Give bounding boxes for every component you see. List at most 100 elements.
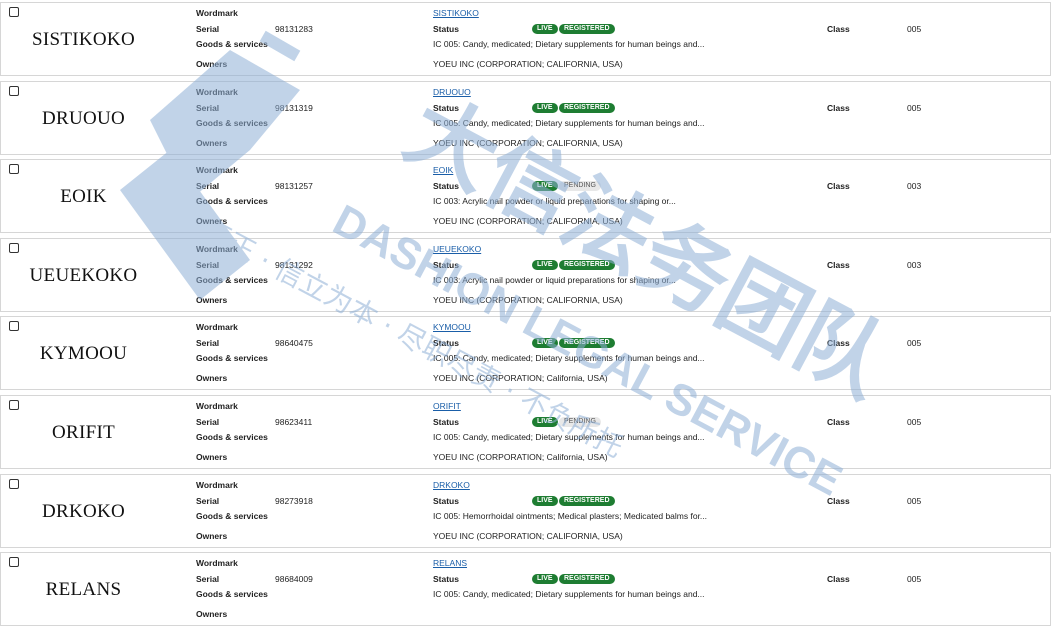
serial-value: 98684009 [275, 574, 313, 585]
wordmark-label: Wordmark [196, 165, 238, 176]
wordmark-link[interactable]: UEUEKOKO [433, 244, 481, 254]
status-badge: REGISTERED [559, 338, 615, 349]
class-value: 003 [907, 181, 922, 192]
goods-label: Goods & services [196, 196, 268, 207]
status-label: Status [433, 417, 459, 427]
class-value: 005 [907, 24, 922, 34]
wordmark-image: DRKOKO [41, 500, 126, 522]
status-badge: PENDING [559, 417, 601, 427]
live-badge: LIVE [532, 495, 558, 506]
live-badge: LIVE [532, 102, 558, 113]
class-value: 005 [907, 417, 922, 427]
live-badge: LIVE [532, 181, 558, 192]
wordmark-image: UEUEKOKO [29, 264, 138, 286]
wordmark-image: SISTIKOKO [32, 29, 135, 50]
wordmark-link[interactable]: SISTIKOKO [433, 8, 479, 18]
wordmark-image: RELANS [45, 579, 122, 601]
class-value: 005 [907, 338, 922, 349]
wordmark-link[interactable]: KYMOOU [433, 322, 471, 332]
result-card: RELANS Wordmark Serial 98684009 Goods & … [0, 552, 1051, 627]
status-badge: PENDING [559, 181, 601, 192]
owner-text: YOEU INC (CORPORATION; CALIFORNIA, USA) [433, 530, 623, 541]
wordmark-link[interactable]: RELANS [433, 558, 467, 568]
wordmark-link[interactable]: EOIK [433, 165, 453, 175]
class-label: Class [827, 495, 850, 506]
goods-label: Goods & services [196, 39, 268, 49]
goods-services-text: IC 005: Candy, medicated; Dietary supple… [433, 432, 705, 442]
wordmark-label: Wordmark [196, 86, 238, 97]
wordmark-label: Wordmark [196, 322, 238, 333]
owners-label: Owners [196, 137, 228, 148]
wordmark-label: Wordmark [196, 479, 238, 490]
goods-label: Goods & services [196, 274, 268, 285]
wordmark-label: Wordmark [196, 243, 238, 254]
class-value: 005 [907, 495, 922, 506]
class-value: 005 [907, 574, 922, 585]
wordmark-label: Wordmark [196, 401, 238, 411]
serial-value: 98640475 [275, 338, 313, 349]
owners-label: Owners [196, 530, 228, 541]
goods-services-text: IC 005: Hemorrhoidal ointments; Medical … [433, 510, 708, 521]
goods-services-text: IC 005: Candy, medicated; Dietary supple… [433, 39, 705, 49]
status-label: Status [433, 574, 459, 585]
result-card: ORIFIT Wordmark Serial 98623411 Goods & … [0, 395, 1051, 469]
serial-value: 98273918 [275, 495, 313, 506]
serial-value: 98623411 [275, 417, 313, 427]
live-badge: LIVE [532, 338, 558, 349]
result-card: EOIK Wordmark Serial 98131257 Goods & se… [0, 159, 1051, 234]
wordmark-label: Wordmark [196, 8, 238, 18]
owners-label: Owners [196, 452, 228, 462]
owner-text: YOEU INC (CORPORATION; CALIFORNIA, USA) [433, 59, 623, 69]
class-label: Class [827, 338, 850, 349]
class-label: Class [827, 181, 850, 192]
owner-text: YOEU INC (CORPORATION; California, USA) [433, 373, 608, 384]
goods-label: Goods & services [196, 117, 268, 128]
class-label: Class [827, 417, 850, 427]
status-badge: REGISTERED [559, 259, 615, 270]
goods-services-text: IC 005: Candy, medicated; Dietary supple… [433, 117, 705, 128]
live-badge: LIVE [532, 24, 558, 34]
owner-text: YOEU INC (CORPORATION; CALIFORNIA, USA) [433, 294, 623, 305]
class-label: Class [827, 24, 850, 34]
serial-value: 98131292 [275, 259, 313, 270]
goods-services-text: IC 003: Acrylic nail powder or liquid pr… [433, 274, 676, 285]
wordmark-link[interactable]: DRKOKO [433, 480, 470, 490]
result-card: UEUEKOKO Wordmark Serial 98131292 Goods … [0, 237, 1051, 312]
goods-services-text: IC 005: Candy, medicated; Dietary supple… [433, 353, 705, 364]
wordmark-image: ORIFIT [51, 422, 116, 443]
status-label: Status [433, 259, 459, 270]
wordmark-label: Wordmark [196, 558, 238, 569]
class-value: 005 [907, 102, 922, 113]
wordmark-link[interactable]: DRUOUO [433, 87, 471, 97]
goods-services-text: IC 005: Candy, medicated; Dietary supple… [433, 589, 705, 600]
serial-label: Serial [196, 417, 220, 427]
serial-label: Serial [196, 24, 220, 34]
serial-value: 98131257 [275, 181, 313, 192]
class-label: Class [827, 102, 850, 113]
status-badge: REGISTERED [559, 495, 615, 506]
owners-label: Owners [196, 59, 228, 69]
status-label: Status [433, 181, 459, 192]
owners-label: Owners [196, 216, 228, 227]
owners-label: Owners [196, 609, 228, 620]
class-label: Class [827, 259, 850, 270]
class-value: 003 [907, 259, 922, 270]
serial-label: Serial [196, 102, 220, 113]
serial-label: Serial [196, 574, 220, 585]
result-card: DRKOKO Wordmark Serial 98273918 Goods & … [0, 473, 1051, 548]
wordmark-link[interactable]: ORIFIT [433, 401, 461, 411]
status-badge: REGISTERED [559, 574, 615, 585]
status-label: Status [433, 495, 459, 506]
wordmark-image: EOIK [60, 186, 107, 208]
wordmark-image: DRUOUO [41, 107, 126, 129]
status-label: Status [433, 24, 459, 34]
status-badge: REGISTERED [559, 102, 615, 113]
goods-label: Goods & services [196, 510, 268, 521]
status-badge: REGISTERED [559, 24, 615, 34]
goods-label: Goods & services [196, 589, 268, 600]
result-card: KYMOOU Wordmark Serial 98640475 Goods & … [0, 316, 1051, 391]
serial-value: 98131319 [275, 102, 313, 113]
live-badge: LIVE [532, 574, 558, 585]
owner-text: YOEU INC (CORPORATION; CALIFORNIA, USA) [433, 137, 623, 148]
goods-label: Goods & services [196, 432, 268, 442]
